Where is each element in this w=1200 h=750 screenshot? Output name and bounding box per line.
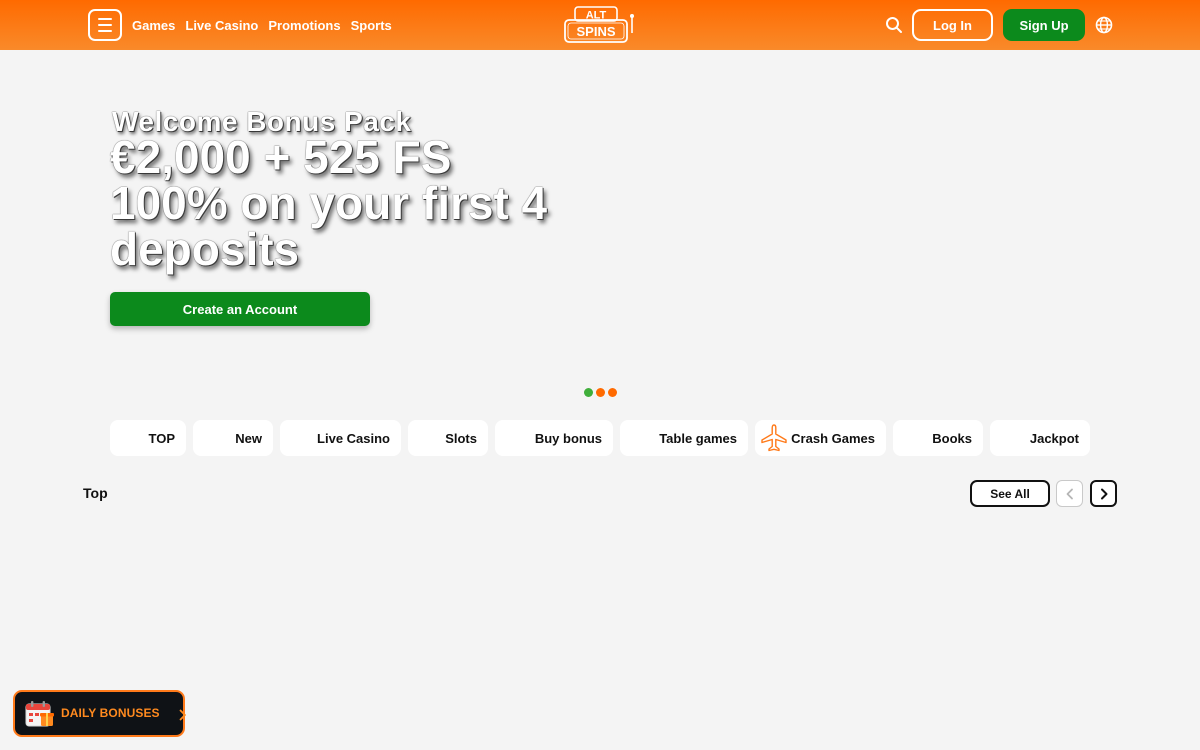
menu-icon-bar [98,30,112,32]
category-jackpot[interactable]: Jackpot [990,420,1090,456]
carousel-dot[interactable] [596,388,605,397]
category-new[interactable]: New [193,420,273,456]
category-books[interactable]: Books [893,420,983,456]
section-title-top: Top [83,485,108,501]
signup-button[interactable]: Sign Up [1003,9,1085,41]
carousel-dots [584,388,617,397]
carousel-dot[interactable] [608,388,617,397]
category-crash-games[interactable]: Crash Games [755,420,886,456]
top-header: Games Live Casino Promotions Sports ALT … [0,0,1200,50]
hero-title-line: €2,000 + 525 FS [110,131,452,183]
search-icon[interactable] [884,15,904,35]
category-slots[interactable]: Slots [408,420,488,456]
carousel-prev-button[interactable] [1056,480,1083,507]
category-buy-bonus[interactable]: Buy bonus [495,420,613,456]
category-live-casino[interactable]: Live Casino [280,420,401,456]
alt-spins-logo[interactable]: ALT SPINS [562,5,638,45]
main-nav: Games Live Casino Promotions Sports [132,0,392,50]
category-table-games[interactable]: Table games [620,420,748,456]
nav-live-casino[interactable]: Live Casino [185,18,258,33]
carousel-next-button[interactable] [1090,480,1117,507]
globe-icon[interactable] [1094,15,1114,35]
hero-title-line: 100% on your first 4 [110,177,548,229]
daily-bonuses-label: DAILY BONUSES [61,706,160,720]
category-label: Crash Games [791,430,875,446]
menu-icon-bar [98,18,112,20]
airplane-icon [761,424,787,452]
hero-title-line: deposits [110,223,300,275]
nav-sports[interactable]: Sports [351,18,392,33]
daily-bonuses-button[interactable]: DAILY BONUSES [13,690,186,737]
nav-games[interactable]: Games [132,18,175,33]
login-button[interactable]: Log In [912,9,993,41]
hero-title: €2,000 + 525 FS 100% on your first 4 dep… [110,134,630,272]
logo-text-bottom: SPINS [576,24,615,39]
calendar-gift-icon [25,701,54,727]
carousel-dot[interactable] [584,388,593,397]
chevron-left-icon [1066,488,1073,499]
hamburger-menu-button[interactable] [88,9,122,41]
see-all-button[interactable]: See All [970,480,1050,507]
create-account-button[interactable]: Create an Account [110,292,370,326]
chevron-right-icon [1100,488,1107,499]
nav-promotions[interactable]: Promotions [268,18,340,33]
chevron-right-icon [179,709,186,721]
category-top[interactable]: TOP [110,420,186,456]
logo-text-top: ALT [586,10,607,22]
menu-icon-bar [98,24,112,26]
